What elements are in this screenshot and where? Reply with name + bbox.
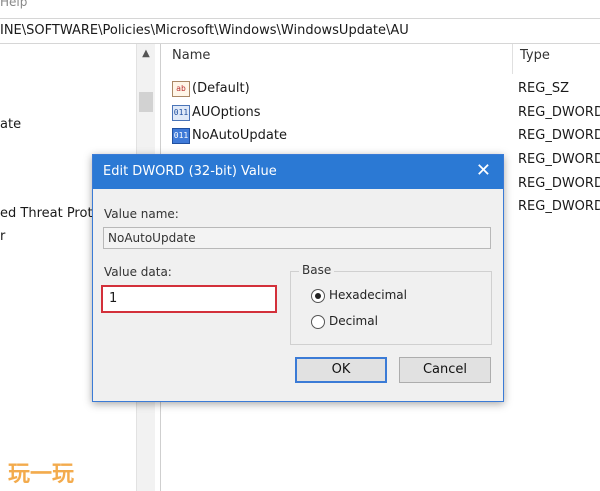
dword-value-icon: 011 <box>172 105 190 121</box>
value-type: REG_DWORD <box>518 128 600 143</box>
scroll-up-arrow-icon[interactable]: ▲ <box>137 48 155 59</box>
edit-dword-dialog: Edit DWORD (32-bit) Value ✕ Value name: … <box>92 154 504 402</box>
value-data-input[interactable]: 1 <box>101 285 277 313</box>
tree-item[interactable]: ed Threat Prote <box>0 206 101 221</box>
value-name-label: Value name: <box>104 207 179 221</box>
menu-bar: Help <box>0 0 600 14</box>
hexadecimal-label[interactable]: Hexadecimal <box>329 288 407 302</box>
dialog-titlebar[interactable]: Edit DWORD (32-bit) Value ✕ <box>93 155 503 189</box>
scroll-thumb[interactable] <box>139 92 153 112</box>
dialog-title: Edit DWORD (32-bit) Value <box>103 164 277 179</box>
dword-value-icon: 011 <box>172 128 190 144</box>
menu-help[interactable]: Help <box>0 0 27 9</box>
column-divider[interactable] <box>512 44 513 74</box>
decimal-label[interactable]: Decimal <box>329 314 378 328</box>
address-path[interactable]: INE\SOFTWARE\Policies\Microsoft\Windows\… <box>0 23 409 38</box>
base-label: Base <box>299 263 335 277</box>
value-type: REG_DWORD <box>518 105 600 120</box>
value-type: REG_DWORD <box>518 152 600 167</box>
value-name[interactable]: (Default) <box>192 81 250 96</box>
decimal-radio[interactable] <box>311 315 325 329</box>
value-type: REG_SZ <box>518 81 569 96</box>
cancel-button[interactable]: Cancel <box>399 357 491 383</box>
tree-item[interactable]: r <box>0 229 5 244</box>
value-data-label: Value data: <box>104 265 172 279</box>
address-bar[interactable]: INE\SOFTWARE\Policies\Microsoft\Windows\… <box>0 18 600 44</box>
string-value-icon: ab <box>172 81 190 97</box>
value-name[interactable]: AUOptions <box>192 105 261 120</box>
watermark-logo: 玩一玩 <box>8 462 75 487</box>
ok-button[interactable]: OK <box>295 357 387 383</box>
value-name[interactable]: NoAutoUpdate <box>192 128 287 143</box>
hexadecimal-radio[interactable] <box>311 289 325 303</box>
value-type: REG_DWORD <box>518 199 600 214</box>
base-groupbox <box>290 271 492 345</box>
tree-item[interactable]: ate <box>0 117 21 132</box>
close-icon[interactable]: ✕ <box>476 161 491 181</box>
value-name-field: NoAutoUpdate <box>103 227 491 249</box>
value-type: REG_DWORD <box>518 176 600 191</box>
column-header-name[interactable]: Name <box>172 48 210 63</box>
column-header-type[interactable]: Type <box>520 48 550 63</box>
